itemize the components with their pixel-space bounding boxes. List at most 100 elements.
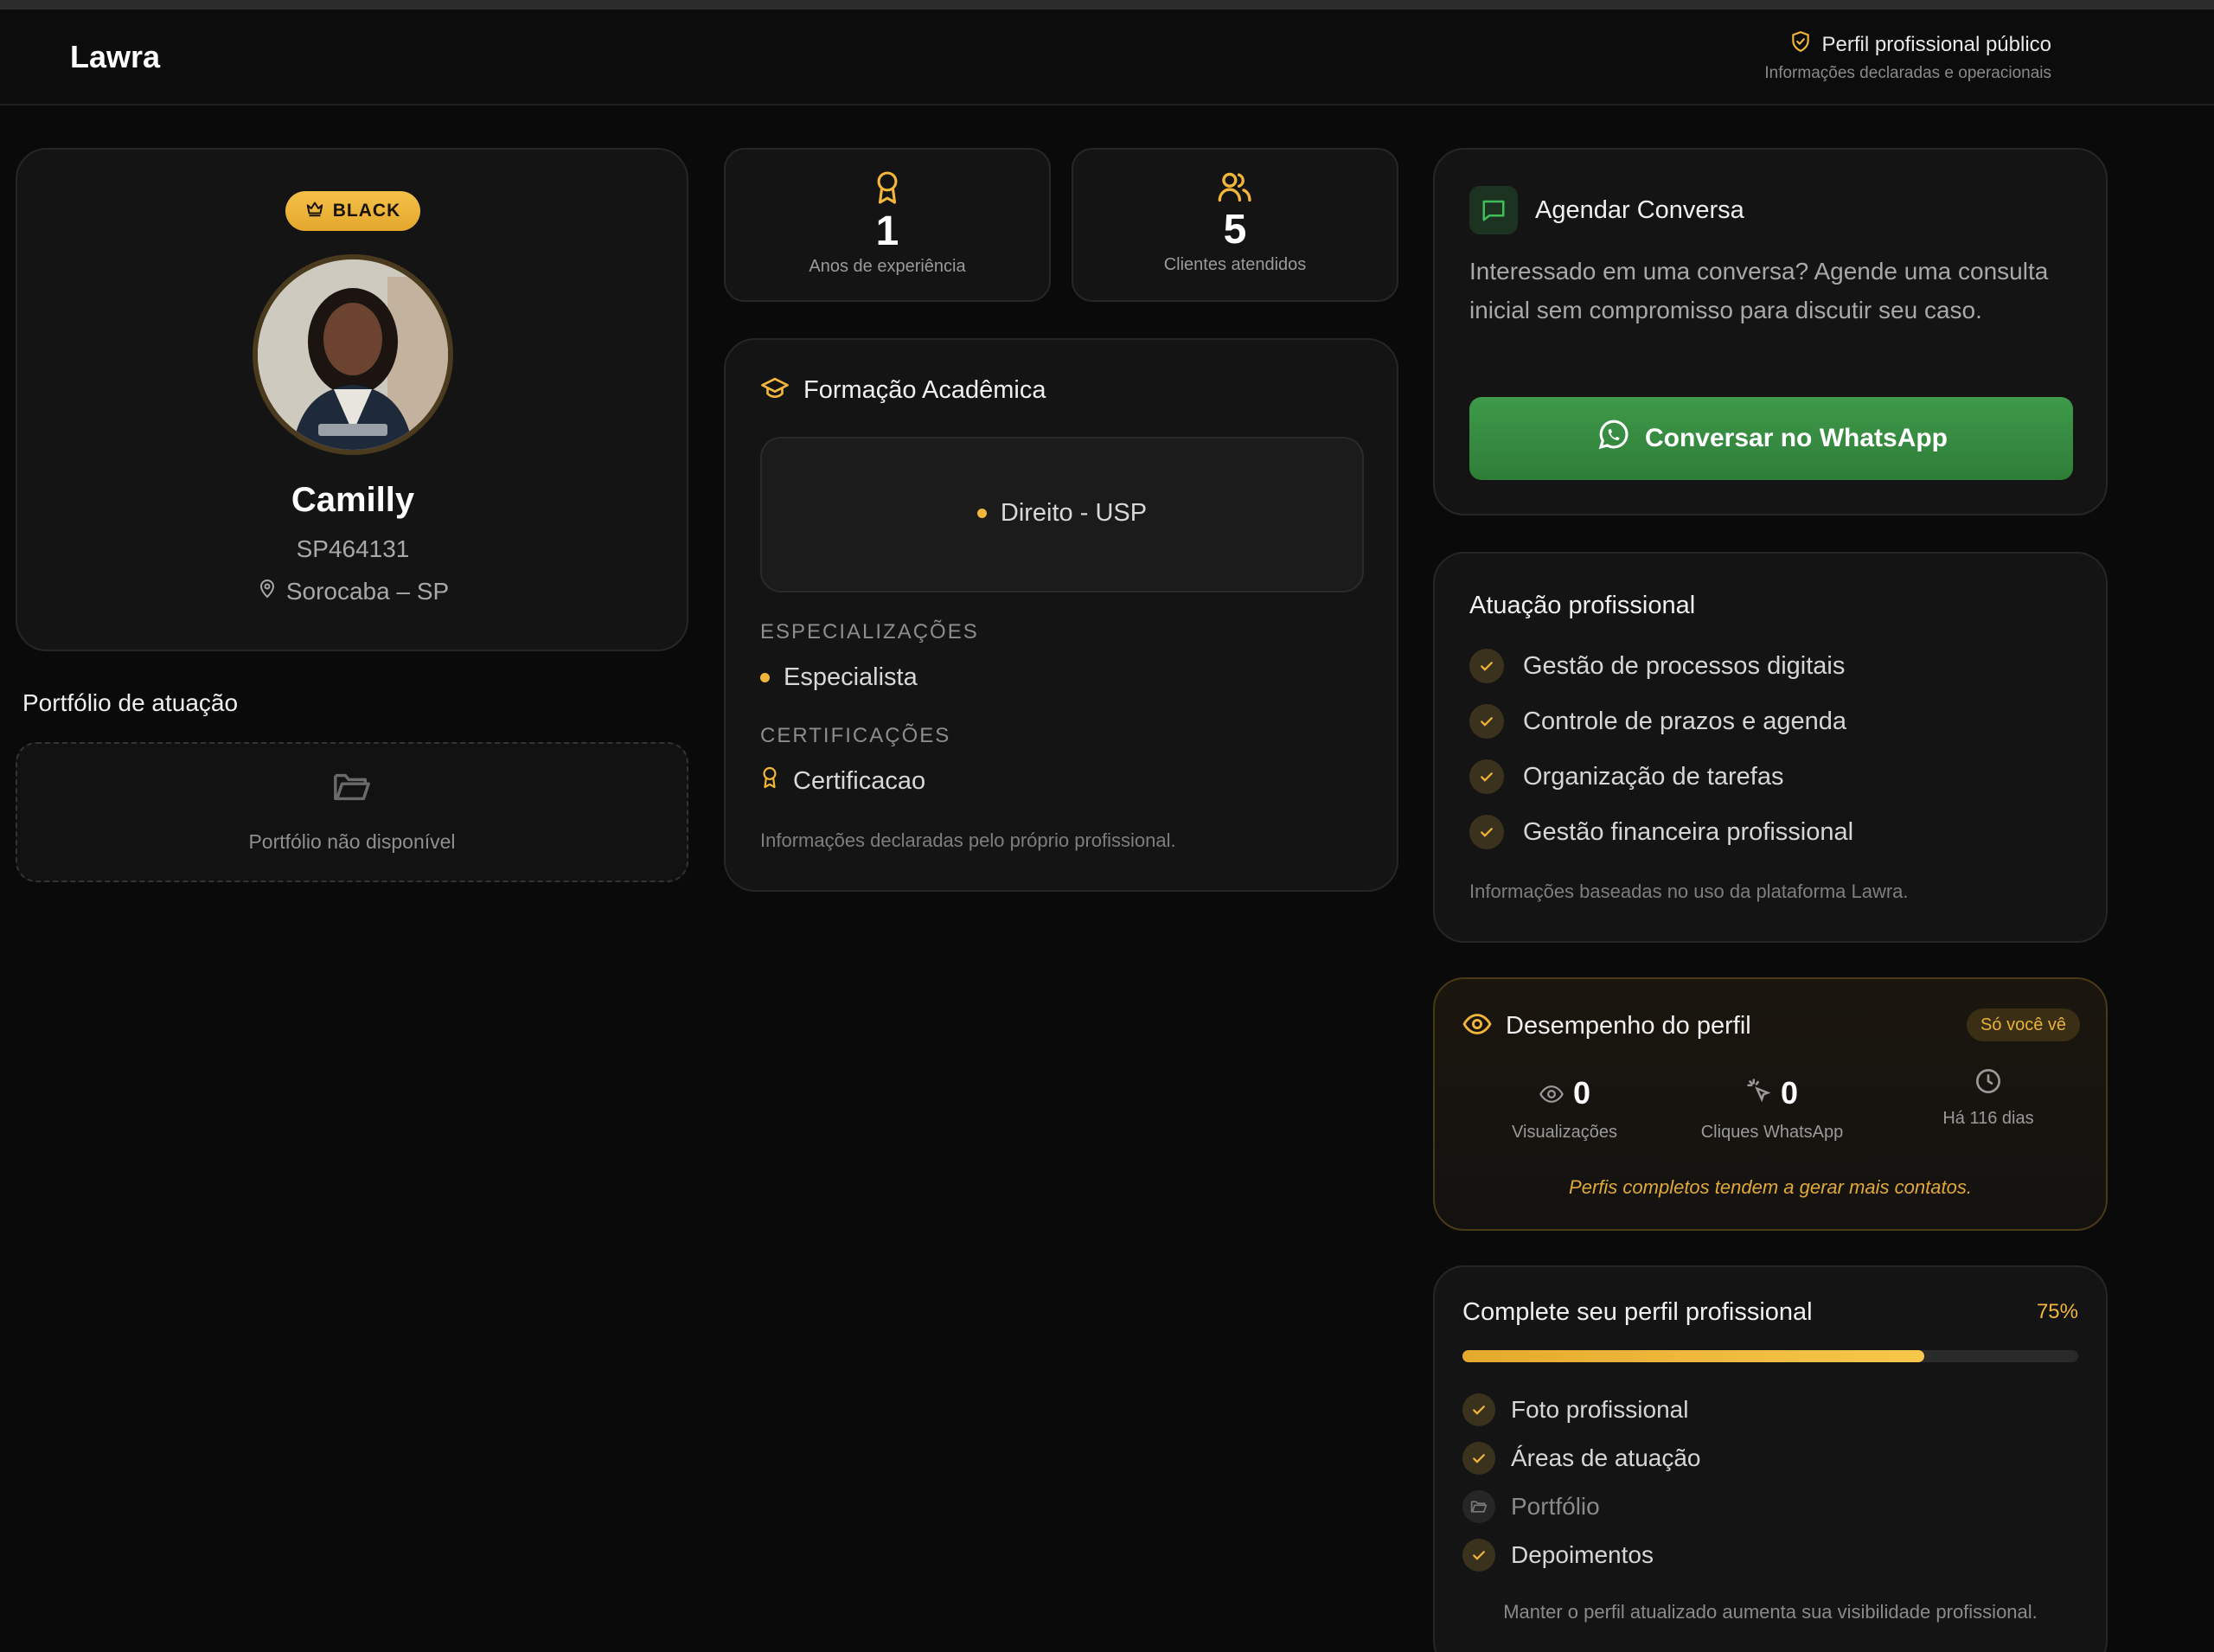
message-square-icon	[1469, 186, 1518, 234]
activity-item-label: Gestão de processos digitais	[1523, 651, 1846, 680]
views-label: Visualizações	[1512, 1123, 1617, 1142]
activity-item: Gestão financeira profissional	[1469, 815, 1853, 849]
clicks-stat: 0 Cliques WhatsApp	[1686, 1073, 1859, 1143]
schedule-title: Agendar Conversa	[1535, 195, 1744, 224]
certification-item: Certificacao	[760, 765, 925, 797]
schedule-header: Agendar Conversa	[1469, 186, 1744, 234]
complete-profile-card: Complete seu perfil profissional 75% Fot…	[1433, 1265, 2108, 1652]
map-pin-icon	[257, 577, 278, 605]
performance-title: Desempenho do perfil	[1506, 1012, 1751, 1040]
profile-card: BLACK Camilly SP464131 Sorocaba – SP	[16, 148, 688, 651]
users-icon	[1073, 170, 1397, 208]
performance-header: Desempenho do perfil	[1462, 1012, 1751, 1041]
specialization-text: Especialista	[784, 663, 918, 691]
avatar	[253, 254, 453, 455]
education-title: Formação Acadêmica	[803, 376, 1046, 404]
check-icon	[1469, 704, 1504, 739]
specialization-item: Especialista	[760, 663, 918, 692]
bullet-dot	[976, 509, 987, 518]
complete-footnote: Manter o perfil atualizado aumenta sua v…	[1503, 1601, 2038, 1623]
checklist-item[interactable]: Portfólio	[1462, 1490, 1600, 1523]
whatsapp-icon	[1595, 417, 1631, 460]
activity-card: Atuação profissional Gestão de processos…	[1433, 552, 2108, 943]
activity-item-label: Gestão financeira profissional	[1523, 817, 1854, 846]
clients-stat-card: 5 Clientes atendidos	[1072, 148, 1398, 302]
profile-location-text: Sorocaba – SP	[285, 577, 450, 605]
window-top-strip	[0, 0, 2214, 10]
checklist-item[interactable]: Foto profissional	[1462, 1393, 1688, 1426]
experience-stat-card: 1 Anos de experiência	[724, 148, 1051, 302]
activity-item: Organização de tarefas	[1469, 759, 1783, 794]
experience-value: 1	[875, 208, 899, 254]
profile-location: Sorocaba – SP	[17, 577, 688, 605]
private-pill: Só você vê	[1967, 1008, 2080, 1041]
eye-icon	[1462, 1013, 1492, 1040]
check-icon	[1469, 759, 1504, 794]
degree-text: Direito - USP	[1000, 499, 1148, 527]
education-card: Formação Acadêmica Direito - USP ESPECIA…	[724, 338, 1398, 892]
views-stat: 0 Visualizações	[1487, 1073, 1642, 1143]
checklist-item-label: Foto profissional	[1511, 1396, 1689, 1423]
progress-fill	[1462, 1350, 1924, 1362]
complete-title: Complete seu perfil profissional	[1462, 1298, 1813, 1326]
clients-label: Clientes atendidos	[1163, 255, 1307, 274]
education-footnote: Informações declaradas pelo próprio prof…	[760, 829, 1176, 851]
degree-item: Direito - USP	[762, 499, 1362, 528]
performance-tip: Perfis completos tendem a gerar mais con…	[1569, 1176, 1972, 1198]
plan-badge: BLACK	[285, 191, 420, 231]
since-label: Há 116 dias	[1942, 1109, 2034, 1128]
crown-icon	[305, 199, 324, 223]
performance-card: Desempenho do perfil Só você vê 0 Visual…	[1433, 977, 2108, 1231]
top-header: Lawra Perfil profissional público Inform…	[0, 10, 2214, 106]
portfolio-empty-box: Portfólio não disponível	[16, 742, 688, 882]
award-icon	[760, 765, 779, 797]
shield-check-icon	[1789, 30, 1812, 59]
schedule-card: Agendar Conversa Interessado em uma conv…	[1433, 148, 2108, 515]
folder-icon	[1462, 1490, 1495, 1523]
since-stat: Há 116 dias	[1910, 1067, 2066, 1129]
brand-logo[interactable]: Lawra	[70, 39, 160, 75]
checklist-item[interactable]: Áreas de atuação	[1462, 1442, 1701, 1475]
checklist-item-label: Áreas de atuação	[1511, 1444, 1701, 1471]
eye-icon	[1539, 1075, 1565, 1111]
public-profile-info: Perfil profissional público Informações …	[1764, 30, 2051, 83]
portfolio-empty-text: Portfólio não disponível	[248, 830, 456, 853]
clock-icon	[1974, 1066, 2002, 1103]
clicks-label: Cliques WhatsApp	[1700, 1123, 1844, 1142]
views-value: 0	[1572, 1075, 1591, 1111]
education-header: Formação Acadêmica	[760, 376, 1046, 405]
progress-bar	[1462, 1350, 2078, 1362]
clicks-value: 0	[1780, 1075, 1799, 1111]
experience-label: Anos de experiência	[809, 257, 966, 276]
complete-percent: 75%	[2036, 1300, 2078, 1323]
portfolio-title: Portfólio de atuação	[22, 689, 239, 716]
activity-item-label: Organização de tarefas	[1523, 762, 1784, 791]
activity-title: Atuação profissional	[1469, 592, 1696, 619]
public-profile-label: Perfil profissional público	[1821, 32, 2051, 56]
clients-value: 5	[1223, 207, 1247, 253]
cursor-click-icon	[1746, 1075, 1772, 1111]
checklist-item[interactable]: Depoimentos	[1462, 1539, 1654, 1572]
activity-footnote: Informações baseadas no uso da plataform…	[1469, 880, 1909, 902]
profile-name: Camilly	[291, 481, 415, 519]
bullet-dot	[760, 673, 770, 682]
whatsapp-button-label: Conversar no WhatsApp	[1644, 424, 1948, 452]
check-icon	[1462, 1442, 1495, 1475]
certification-text: Certificacao	[793, 766, 926, 795]
graduation-cap-icon	[760, 376, 790, 405]
certifications-heading: CERTIFICAÇÕES	[760, 724, 951, 747]
degree-box: Direito - USP	[760, 437, 1364, 592]
folder-icon	[17, 770, 687, 809]
public-profile-subtitle: Informações declaradas e operacionais	[1764, 64, 2051, 82]
profile-oab-number: SP464131	[296, 535, 410, 562]
schedule-description: Interessado em uma conversa? Agende uma …	[1469, 258, 2049, 323]
whatsapp-button[interactable]: Conversar no WhatsApp	[1469, 397, 2073, 480]
award-icon	[726, 170, 1049, 209]
specializations-heading: ESPECIALIZAÇÕES	[760, 620, 979, 644]
check-icon	[1462, 1539, 1495, 1572]
checklist-item-label: Portfólio	[1511, 1493, 1600, 1520]
activity-item: Gestão de processos digitais	[1469, 649, 1845, 683]
activity-item: Controle de prazos e agenda	[1469, 704, 1846, 739]
check-icon	[1462, 1393, 1495, 1426]
check-icon	[1469, 649, 1504, 683]
